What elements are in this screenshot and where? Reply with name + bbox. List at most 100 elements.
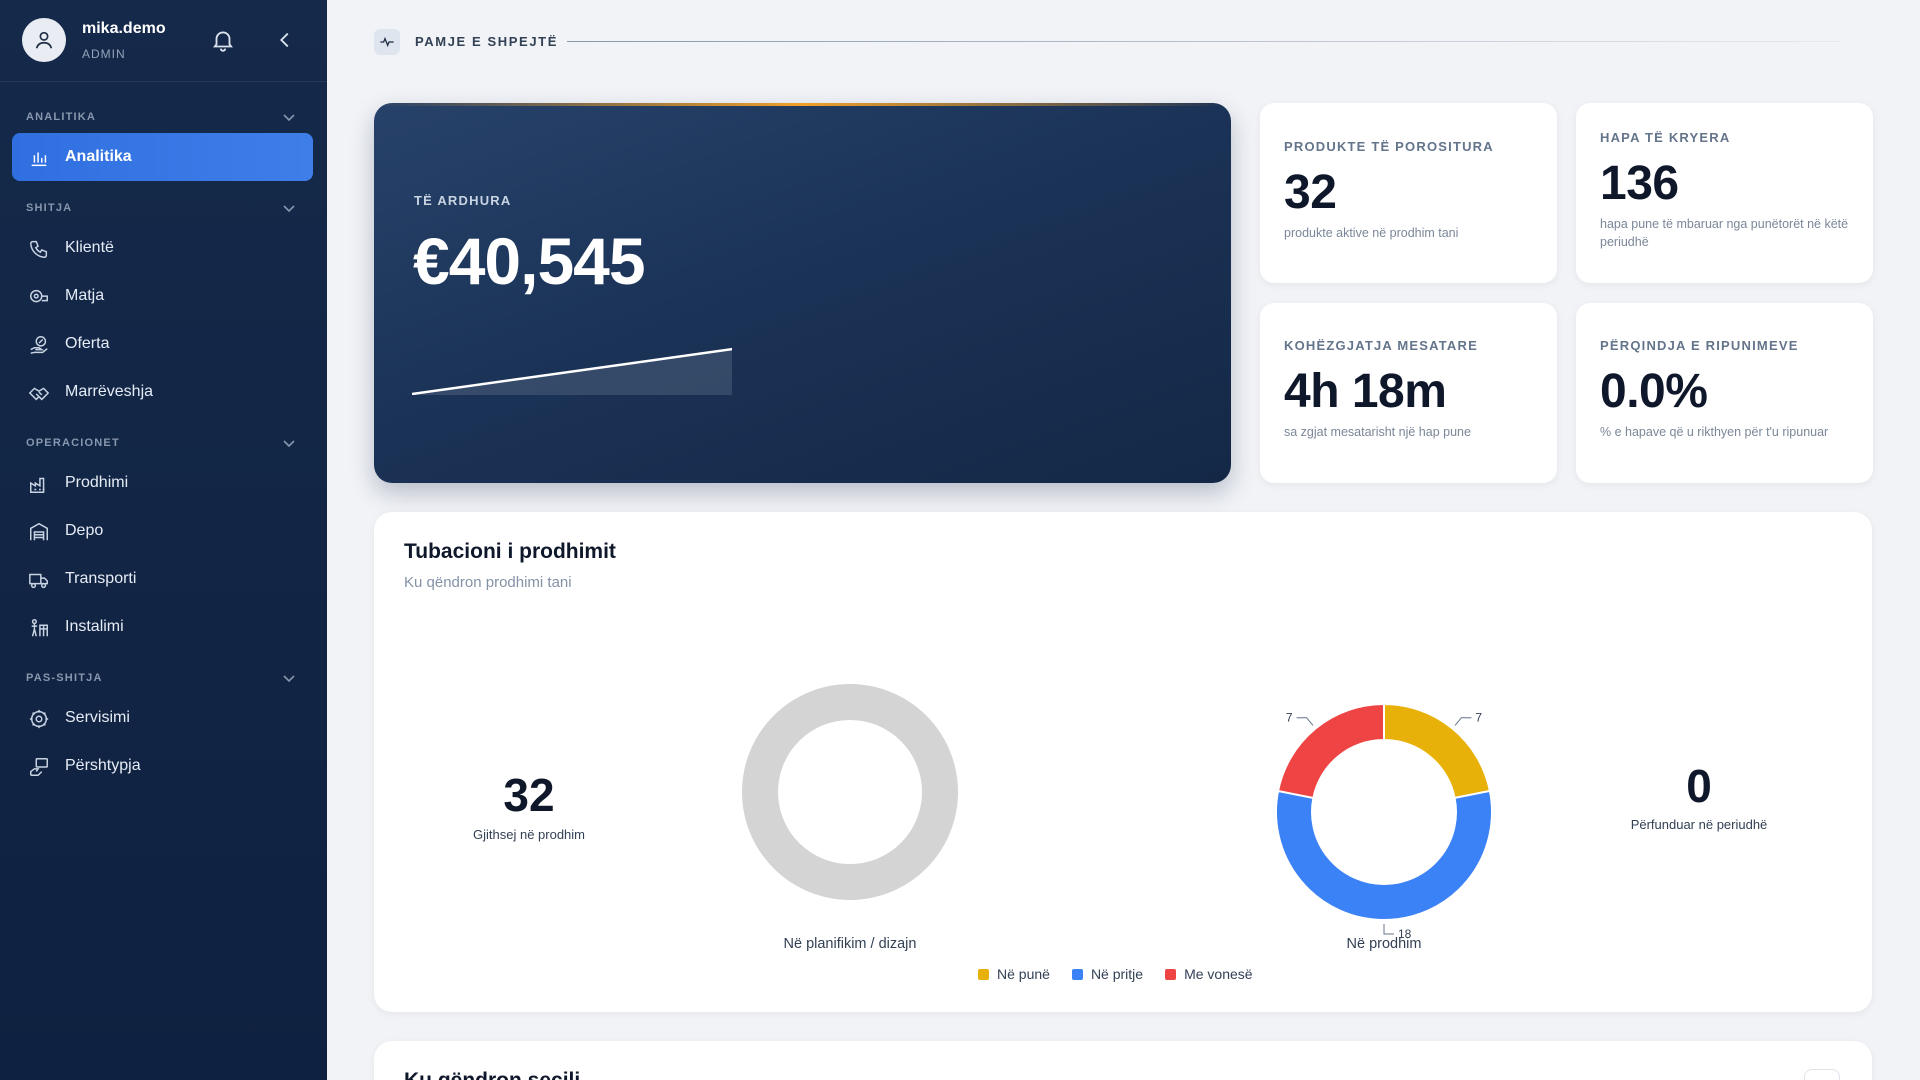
kpi-value: 32	[1284, 166, 1337, 219]
legend-item[interactable]: Me vonesë	[1165, 966, 1253, 982]
card-action-button[interactable]	[1804, 1069, 1840, 1080]
section-operacionet: OPERACIONET	[26, 437, 120, 449]
revenue-value: €40,545	[413, 224, 646, 298]
donut-slice-me-vonesë[interactable]	[1276, 702, 1385, 800]
sidebar-item-servisimi[interactable]: Servisimi	[12, 694, 313, 742]
legend-item[interactable]: Në pritje	[1071, 966, 1143, 982]
factory-icon	[30, 477, 45, 493]
production-donut-chart: 7187	[1275, 702, 1493, 941]
kpi-value: 0.0%	[1600, 365, 1708, 418]
sidebar-item-analitika[interactable]: Analitika	[12, 133, 313, 181]
kpi-description: sa zgjat mesatarisht një hap pune	[1284, 425, 1471, 439]
kpi-card-rework-rate: PËRQINDJA E RIPUNIMEVE 0.0% % e hapave q…	[1576, 303, 1873, 483]
sidebar-item-matja[interactable]: Matja	[12, 272, 313, 320]
avatar[interactable]	[22, 18, 66, 62]
kpi-label: PRODUKTE TË POROSITURA	[1284, 139, 1494, 154]
collapse-sidebar-chevron-icon[interactable]	[274, 28, 296, 52]
sidebar-item-depo[interactable]: Depo	[12, 507, 313, 555]
divider	[567, 41, 1841, 42]
section-pas-shitja: PAS-SHITJA	[26, 672, 103, 684]
sidebar-item-label: Instalimi	[65, 618, 124, 635]
production-donut-title: Në prodhim	[1346, 936, 1422, 952]
chevron-down-icon[interactable]	[282, 439, 296, 449]
completed-value: 0	[1686, 760, 1712, 812]
pipeline-subtitle: Ku qëndron prodhimi tani	[404, 574, 572, 591]
empty-donut-ring	[742, 684, 958, 900]
sidebar-item-kliente[interactable]: Klientë	[12, 224, 313, 272]
install-icon	[31, 619, 48, 637]
legend-swatch	[1165, 968, 1177, 980]
kpi-description: hapa pune të mbaruar nga punëtorët në kë…	[1600, 217, 1849, 249]
bell-icon[interactable]	[210, 27, 236, 53]
quick-view-icon-box	[374, 29, 400, 55]
pipeline-title: Tubacioni i prodhimit	[404, 540, 616, 563]
user-icon	[35, 31, 53, 49]
sidebar-item-oferta[interactable]: Oferta	[12, 320, 313, 368]
total-in-production-label: Gjithsej në prodhim	[473, 827, 585, 842]
quick-view-title: PAMJE E SHPEJTË	[415, 34, 558, 49]
planning-donut-chart	[742, 684, 958, 900]
data-label-leader	[1296, 717, 1314, 726]
sidebar-item-label: Matja	[65, 287, 105, 304]
chart-legend: Në punë Në pritje Me vonesë	[978, 966, 1253, 982]
kpi-description: produkte aktive në prodhim tani	[1284, 226, 1459, 240]
kpi-value: 136	[1600, 157, 1679, 210]
sidebar-item-label: Servisimi	[65, 709, 130, 726]
phone-icon	[30, 240, 48, 258]
sidebar-item-label: Analitika	[65, 148, 132, 165]
sidebar-item-pershtypja[interactable]: Përshtypja	[12, 742, 313, 790]
next-section-card: Ku qëndron secili	[374, 1041, 1872, 1080]
sidebar-item-label: Përshtypja	[65, 757, 141, 774]
next-section-title: Ku qëndron secili	[404, 1069, 580, 1080]
chevron-down-icon[interactable]	[282, 674, 296, 684]
username: mika.demo	[82, 20, 166, 37]
data-label: 7	[1475, 711, 1482, 725]
user-role: ADMIN	[82, 47, 126, 61]
pulse-icon	[380, 36, 394, 48]
sidebar-item-label: Klientë	[65, 239, 114, 256]
offer-hand-icon	[30, 336, 48, 354]
data-label-leader	[1383, 924, 1394, 935]
kpi-label: PËRQINDJA E RIPUNIMEVE	[1600, 338, 1799, 353]
sidebar-item-label: Transporti	[65, 570, 137, 587]
completed-label: Përfunduar në periudhë	[1630, 817, 1768, 832]
kpi-card-products-ordered: PRODUKTE TË POROSITURA 32 produkte aktiv…	[1260, 103, 1557, 283]
donut-slice-në-punë[interactable]	[1383, 702, 1492, 800]
chevron-down-icon[interactable]	[282, 113, 296, 123]
warehouse-icon	[30, 522, 48, 541]
legend-label: Në punë	[997, 966, 1050, 982]
data-label: 7	[1286, 711, 1293, 725]
feedback-icon	[30, 758, 48, 776]
legend-item[interactable]: Në punë	[978, 966, 1050, 982]
chevron-down-icon[interactable]	[282, 204, 296, 214]
bar-chart-icon	[31, 152, 47, 167]
legend-swatch	[978, 968, 989, 980]
revenue-card: TË ARDHURA €40,545	[374, 103, 1231, 483]
sidebar: mika.demo ADMIN ANALITIKA Analitika SHIT…	[0, 0, 327, 1080]
user-panel: mika.demo ADMIN	[0, 0, 327, 82]
kpi-card-steps-done: HAPA TË KRYERA 136 hapa pune të mbaruar …	[1576, 103, 1873, 283]
data-label-leader	[1454, 717, 1472, 726]
sidebar-item-prodhimi[interactable]: Prodhimi	[12, 459, 313, 507]
production-pipeline-card: Tubacioni i prodhimit Ku qëndron prodhim…	[374, 512, 1872, 1012]
kpi-value: 4h 18m	[1284, 365, 1447, 418]
sidebar-item-label: Marrëveshja	[65, 383, 154, 400]
total-in-production-value: 32	[503, 769, 555, 821]
accent-line	[374, 103, 1231, 106]
legend-swatch	[1071, 968, 1083, 980]
legend-label: Me vonesë	[1184, 966, 1253, 982]
section-shitja: SHITJA	[26, 202, 73, 214]
truck-icon	[29, 573, 48, 589]
sidebar-item-marreveshja[interactable]: Marrëveshja	[12, 368, 313, 416]
planning-donut-title: Në planifikim / dizajn	[783, 936, 917, 952]
measure-tape-icon	[30, 289, 48, 303]
kpi-label: HAPA TË KRYERA	[1600, 130, 1731, 145]
kpi-card-avg-duration: KOHËZGJATJA MESATARE 4h 18m sa zgjat mes…	[1260, 303, 1557, 483]
section-analitika: ANALITIKA	[26, 111, 97, 123]
sidebar-item-instalimi[interactable]: Instalimi	[12, 603, 313, 651]
donut-slice-në-pritje[interactable]	[1275, 789, 1493, 921]
kpi-description: % e hapave që u rikthyen për t'u ripunua…	[1600, 425, 1829, 439]
sidebar-item-transporti[interactable]: Transporti	[12, 555, 313, 603]
service-gear-icon	[29, 709, 49, 729]
kpi-label: KOHËZGJATJA MESATARE	[1284, 338, 1478, 353]
